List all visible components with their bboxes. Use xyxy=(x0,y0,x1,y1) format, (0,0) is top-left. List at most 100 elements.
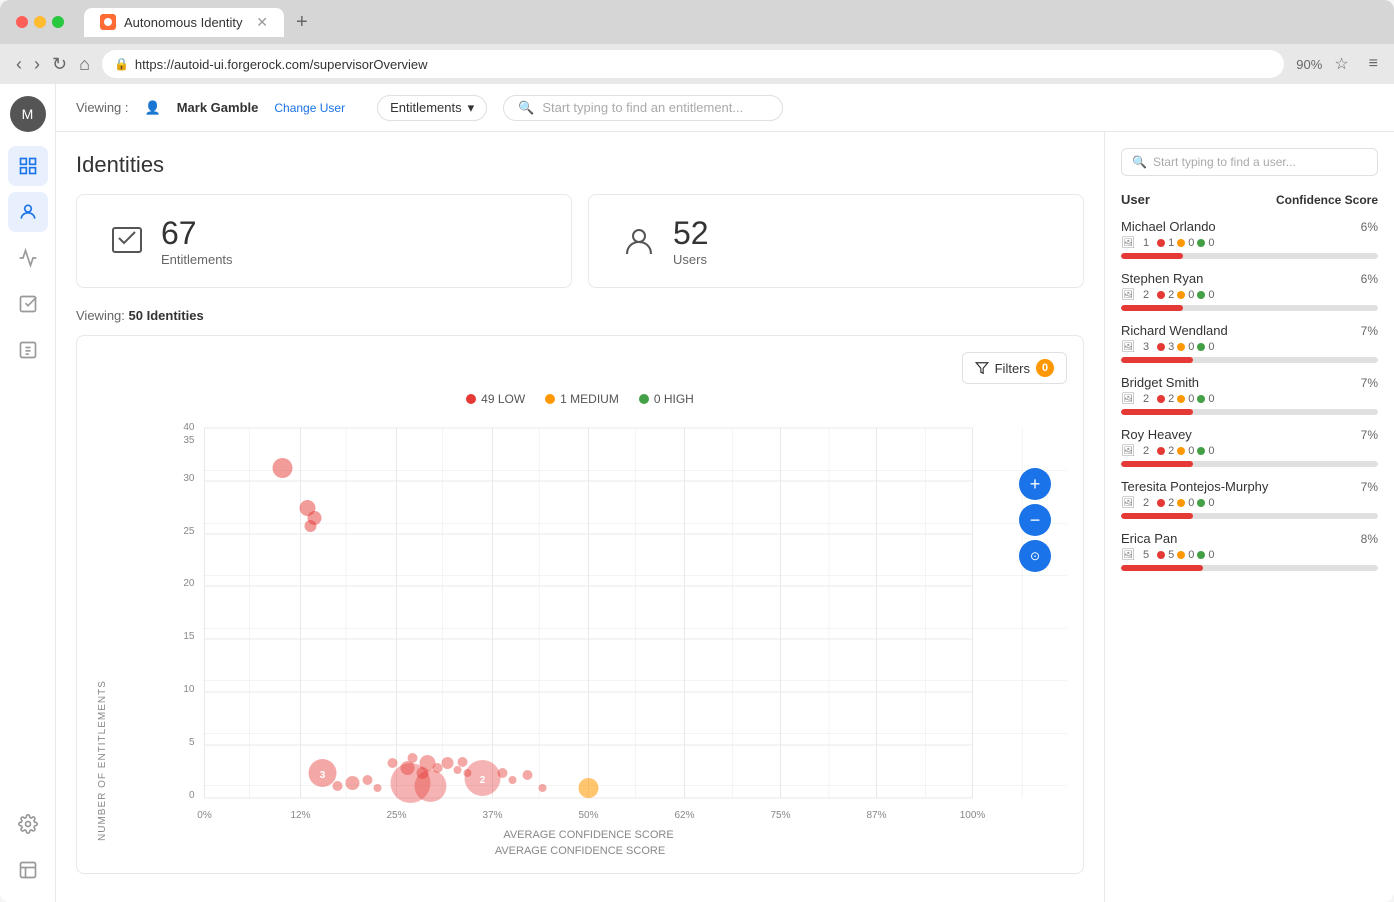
sidebar-item-dashboard[interactable] xyxy=(8,146,48,186)
entitlements-dropdown[interactable]: Entitlements ▾ xyxy=(377,95,487,121)
svg-text:87%: 87% xyxy=(866,810,886,821)
risk-dot-red xyxy=(1157,239,1165,247)
svg-text:AVERAGE CONFIDENCE SCORE: AVERAGE CONFIDENCE SCORE xyxy=(503,829,673,838)
forward-button[interactable]: › xyxy=(34,54,40,75)
home-button[interactable]: ⌂ xyxy=(79,54,90,75)
risk-dot-red xyxy=(1157,551,1165,559)
data-point[interactable] xyxy=(305,520,317,532)
filters-button[interactable]: Filters 0 xyxy=(962,352,1067,384)
data-point[interactable] xyxy=(374,784,382,792)
data-point[interactable] xyxy=(442,757,454,769)
data-point[interactable] xyxy=(498,768,508,778)
data-point[interactable] xyxy=(333,781,343,791)
legend-dot-medium xyxy=(545,394,555,404)
risk-dot-red xyxy=(1157,499,1165,507)
dot-group: 2 0 0 xyxy=(1157,445,1214,457)
user-row[interactable]: Roy Heavey 7% 🖼 2 2 0 0 xyxy=(1121,427,1378,467)
close-button[interactable] xyxy=(16,16,28,28)
data-point[interactable] xyxy=(454,766,462,774)
user-entitlement-count: 3 xyxy=(1143,341,1149,353)
green-count: 0 xyxy=(1208,393,1214,405)
minimize-button[interactable] xyxy=(34,16,46,28)
confidence-bar xyxy=(1121,253,1378,259)
svg-text:20: 20 xyxy=(183,578,195,589)
sidebar-item-certifications[interactable] xyxy=(8,284,48,324)
bookmark-icon[interactable]: ☆ xyxy=(1334,54,1348,74)
sidebar-item-identities[interactable] xyxy=(8,192,48,232)
zoom-reset-button[interactable]: ⊙ xyxy=(1019,540,1051,572)
col-user-label: User xyxy=(1121,192,1150,207)
users-icon xyxy=(621,222,657,261)
url-bar[interactable]: 🔒 https://autoid-ui.forgerock.com/superv… xyxy=(102,50,1284,78)
user-row[interactable]: Bridget Smith 7% 🖼 2 2 0 0 xyxy=(1121,375,1378,415)
red-count: 5 xyxy=(1168,549,1174,561)
svg-text:50%: 50% xyxy=(578,810,598,821)
data-point[interactable] xyxy=(388,758,398,768)
svg-text:10: 10 xyxy=(183,684,195,695)
sidebar-item-bottom[interactable] xyxy=(8,850,48,890)
data-point[interactable] xyxy=(273,458,293,478)
maximize-button[interactable] xyxy=(52,16,64,28)
browser-tab[interactable]: Autonomous Identity ✕ xyxy=(84,8,284,37)
viewing-count: 50 Identities xyxy=(129,308,204,323)
viewing-user: Mark Gamble xyxy=(177,100,259,115)
reload-button[interactable]: ↻ xyxy=(52,54,67,75)
chart-legend: 49 LOW 1 MEDIUM 0 HIGH xyxy=(93,392,1067,406)
filters-label: Filters xyxy=(995,361,1030,376)
user-name: Michael Orlando xyxy=(1121,219,1216,234)
change-user-link[interactable]: Change User xyxy=(274,101,345,115)
risk-dot-red xyxy=(1157,291,1165,299)
user-icon: 🖼 xyxy=(1121,496,1135,509)
risk-dot-green xyxy=(1197,447,1205,455)
user-row[interactable]: Erica Pan 8% 🖼 5 5 0 0 xyxy=(1121,531,1378,571)
risk-dot-green xyxy=(1197,499,1205,507)
panel-search-placeholder: Start typing to find a user... xyxy=(1153,155,1296,169)
svg-text:15: 15 xyxy=(183,631,195,642)
app-container: M xyxy=(0,84,1394,902)
panel-search[interactable]: 🔍 Start typing to find a user... xyxy=(1121,148,1378,176)
menu-icon[interactable]: ≡ xyxy=(1369,55,1378,73)
orange-count: 0 xyxy=(1188,445,1194,457)
user-entitlement-count: 2 xyxy=(1143,445,1149,457)
user-row[interactable]: Richard Wendland 7% 🖼 3 3 0 0 xyxy=(1121,323,1378,363)
zoom-out-button[interactable]: − xyxy=(1019,504,1051,536)
search-icon: 🔍 xyxy=(518,100,534,116)
data-point[interactable] xyxy=(523,770,533,780)
orange-count: 0 xyxy=(1188,393,1194,405)
data-point[interactable] xyxy=(408,753,418,763)
tab-close-icon[interactable]: ✕ xyxy=(256,14,268,31)
avatar[interactable]: M xyxy=(10,96,46,132)
user-row[interactable]: Teresita Pontejos-Murphy 7% 🖼 2 2 0 0 xyxy=(1121,479,1378,519)
orange-count: 0 xyxy=(1188,549,1194,561)
browser-titlebar: Autonomous Identity ✕ + xyxy=(0,0,1394,44)
confidence-bar xyxy=(1121,305,1378,311)
user-entitlement-count: 5 xyxy=(1143,549,1149,561)
data-point[interactable] xyxy=(539,784,547,792)
user-row[interactable]: Michael Orlando 6% 🖼 1 1 0 0 xyxy=(1121,219,1378,259)
scatter-wrapper: NUMBER OF ENTITLEMENTS xyxy=(93,418,1067,841)
entitlement-search[interactable]: 🔍 Start typing to find an entitlement... xyxy=(503,95,783,121)
risk-dot-orange xyxy=(1177,343,1185,351)
sidebar-item-analytics[interactable] xyxy=(8,238,48,278)
user-row[interactable]: Stephen Ryan 6% 🖼 2 2 0 0 xyxy=(1121,271,1378,311)
user-icon: 🖼 xyxy=(1121,444,1135,457)
svg-text:100%: 100% xyxy=(960,810,986,821)
user-score: 7% xyxy=(1361,324,1378,338)
data-point-medium[interactable] xyxy=(579,778,599,798)
zoom-in-button[interactable]: + xyxy=(1019,468,1051,500)
data-point[interactable] xyxy=(363,775,373,785)
back-button[interactable]: ‹ xyxy=(16,54,22,75)
sidebar-item-reports[interactable] xyxy=(8,330,48,370)
svg-text:2: 2 xyxy=(480,775,486,786)
sidebar-item-settings[interactable] xyxy=(8,804,48,844)
data-point[interactable] xyxy=(509,776,517,784)
new-tab-button[interactable]: + xyxy=(296,12,308,32)
data-point[interactable] xyxy=(458,757,468,767)
data-point[interactable] xyxy=(346,776,360,790)
svg-text:25%: 25% xyxy=(386,810,406,821)
data-point[interactable] xyxy=(415,770,447,802)
orange-count: 0 xyxy=(1188,237,1194,249)
red-count: 2 xyxy=(1168,393,1174,405)
dot-group: 3 0 0 xyxy=(1157,341,1214,353)
dot-group: 5 0 0 xyxy=(1157,549,1214,561)
